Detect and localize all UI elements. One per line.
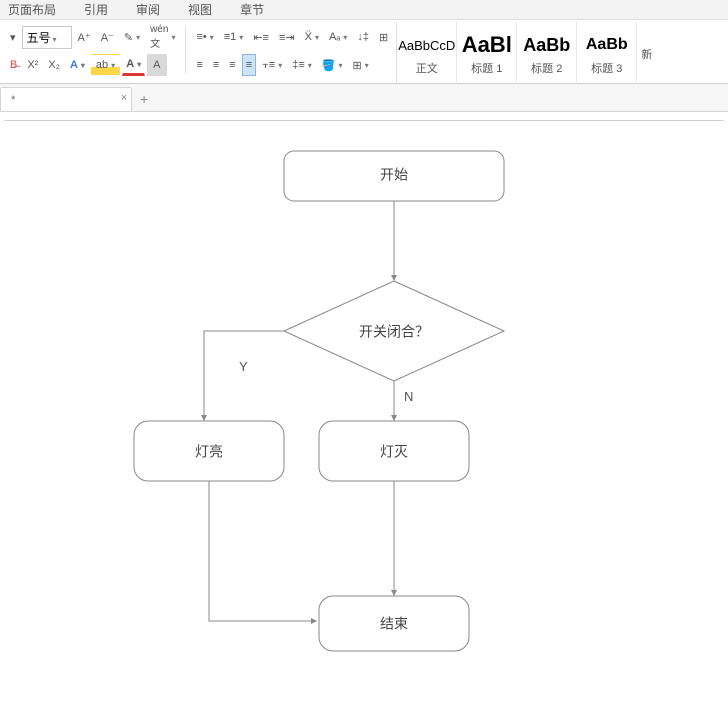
edge-no-label: N	[404, 389, 413, 404]
paragraph-group: ≡• ≡1 ⇤≡ ≡⇥ Ẍ Aₐ ↓‡ ⊞ ≡ ≡ ≡ ≡ ⫟≡ ‡≡ 🪣 ⊞	[188, 22, 396, 83]
style-preview: AaBl	[462, 30, 512, 60]
separator	[185, 26, 186, 74]
document-tab-title: *	[11, 94, 15, 106]
indent-decrease-button[interactable]: ⇤≡	[249, 26, 273, 48]
left-label: 灯亮	[195, 444, 223, 460]
numbering-button[interactable]: ≡1	[220, 26, 248, 48]
indent-increase-button[interactable]: ≡⇥	[275, 26, 299, 48]
sort-button[interactable]: ↓‡	[353, 26, 373, 48]
char-shading-button[interactable]: A	[147, 54, 166, 76]
align-center-button[interactable]: ≡	[209, 54, 223, 76]
style-preview: AaBb	[523, 30, 570, 60]
edge-yes-label: Y	[239, 359, 248, 374]
flowchart: 开始 开关闭合？ Y N 灯亮 灯灭 结束	[4, 121, 724, 701]
grow-font-button[interactable]: A⁺	[74, 26, 95, 48]
end-label: 结束	[380, 616, 408, 632]
font-color-button[interactable]: A	[122, 54, 145, 76]
new-style-button[interactable]: 新	[637, 22, 656, 83]
style-label: 标题 2	[531, 60, 562, 76]
close-icon[interactable]: ×	[121, 92, 127, 104]
distribute-button[interactable]: ⫟≡	[258, 54, 286, 76]
style-label: 正文	[416, 60, 438, 76]
edge-left-end	[209, 481, 317, 621]
phonetic-guide-button[interactable]: wén文	[146, 21, 179, 53]
font-group: ▾ 五号 A⁺ A⁻ ✎ wén文 B̶ X² X₂ A ab A A	[2, 22, 183, 83]
start-label: 开始	[380, 167, 408, 183]
align-left-button[interactable]: ≡	[192, 54, 206, 76]
style-preview: AaBbCcD	[398, 30, 455, 60]
change-case-button[interactable]: Aₐ	[325, 26, 351, 48]
line-spacing-button[interactable]: ‡≡	[288, 54, 316, 76]
text-effect-button[interactable]: A	[66, 54, 89, 76]
document-tab[interactable]: * ×	[0, 87, 132, 111]
highlight-button[interactable]: ab	[91, 54, 120, 76]
style-label: 标题 3	[591, 60, 622, 76]
show-marks-button[interactable]: ⊞	[375, 26, 392, 48]
style-label: 标题 1	[471, 60, 502, 76]
style-preview: AaBb	[586, 30, 628, 60]
font-size-select[interactable]: 五号	[22, 26, 72, 49]
text-direction-button[interactable]: Ẍ	[301, 26, 323, 48]
style-gallery: AaBbCcD 正文 AaBl 标题 1 AaBb 标题 2 AaBb 标题 3	[396, 22, 637, 84]
menu-bar: 页面布局 引用 审阅 视图 章节	[0, 0, 728, 20]
superscript-button[interactable]: X²	[23, 54, 42, 76]
ribbon: ▾ 五号 A⁺ A⁻ ✎ wén文 B̶ X² X₂ A ab A A ≡• ≡…	[0, 20, 728, 84]
strike-button[interactable]: B̶	[6, 54, 21, 76]
menu-item-review[interactable]: 审阅	[136, 1, 160, 18]
shading-button[interactable]: 🪣	[318, 54, 347, 76]
align-justify-button[interactable]: ≡	[242, 54, 256, 76]
menu-item-layout[interactable]: 页面布局	[8, 1, 56, 18]
style-heading2[interactable]: AaBb 标题 2	[517, 22, 577, 84]
menu-item-references[interactable]: 引用	[84, 1, 108, 18]
shrink-font-button[interactable]: A⁻	[97, 26, 118, 48]
decision-label: 开关闭合？	[359, 324, 429, 340]
menu-item-view[interactable]: 视图	[188, 1, 212, 18]
style-heading3[interactable]: AaBb 标题 3	[577, 22, 637, 84]
style-normal[interactable]: AaBbCcD 正文	[397, 22, 457, 84]
font-family-dropdown[interactable]: ▾	[6, 26, 20, 48]
page: 开始 开关闭合？ Y N 灯亮 灯灭 结束	[4, 120, 724, 700]
add-tab-button[interactable]: +	[132, 87, 156, 111]
edge-yes	[204, 331, 284, 421]
bullets-button[interactable]: ≡•	[192, 26, 217, 48]
document-tab-strip: * × +	[0, 84, 728, 112]
borders-button[interactable]: ⊞	[349, 54, 373, 76]
menu-item-chapters[interactable]: 章节	[240, 1, 264, 18]
clear-format-button[interactable]: ✎	[120, 26, 144, 48]
document-canvas[interactable]: 开始 开关闭合？ Y N 灯亮 灯灭 结束	[0, 112, 728, 708]
right-label: 灯灭	[380, 444, 408, 460]
style-heading1[interactable]: AaBl 标题 1	[457, 22, 517, 84]
subscript-button[interactable]: X₂	[44, 54, 64, 76]
align-right-button[interactable]: ≡	[225, 54, 239, 76]
